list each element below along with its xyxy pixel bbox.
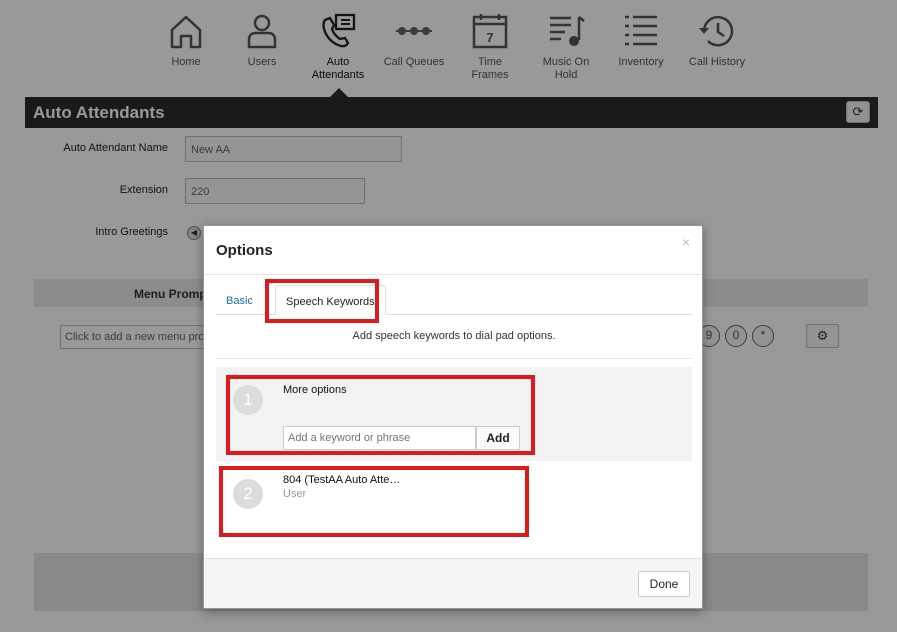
dialog-title: Options — [216, 242, 273, 259]
tab-basic[interactable]: Basic — [216, 285, 263, 315]
highlight-box-option-1 — [226, 375, 535, 455]
highlight-box-tab — [265, 279, 379, 323]
dialog-footer: Done — [204, 558, 702, 608]
highlight-box-option-2 — [219, 466, 529, 537]
dialog-subtitle: Add speech keywords to dial pad options. — [352, 330, 556, 342]
done-button[interactable]: Done — [638, 571, 690, 597]
options-dialog: Options × Basic Speech Keywords Add spee… — [203, 225, 703, 609]
close-icon[interactable]: × — [682, 234, 690, 250]
dialog-header: Options × — [204, 226, 702, 275]
divider — [216, 358, 692, 359]
